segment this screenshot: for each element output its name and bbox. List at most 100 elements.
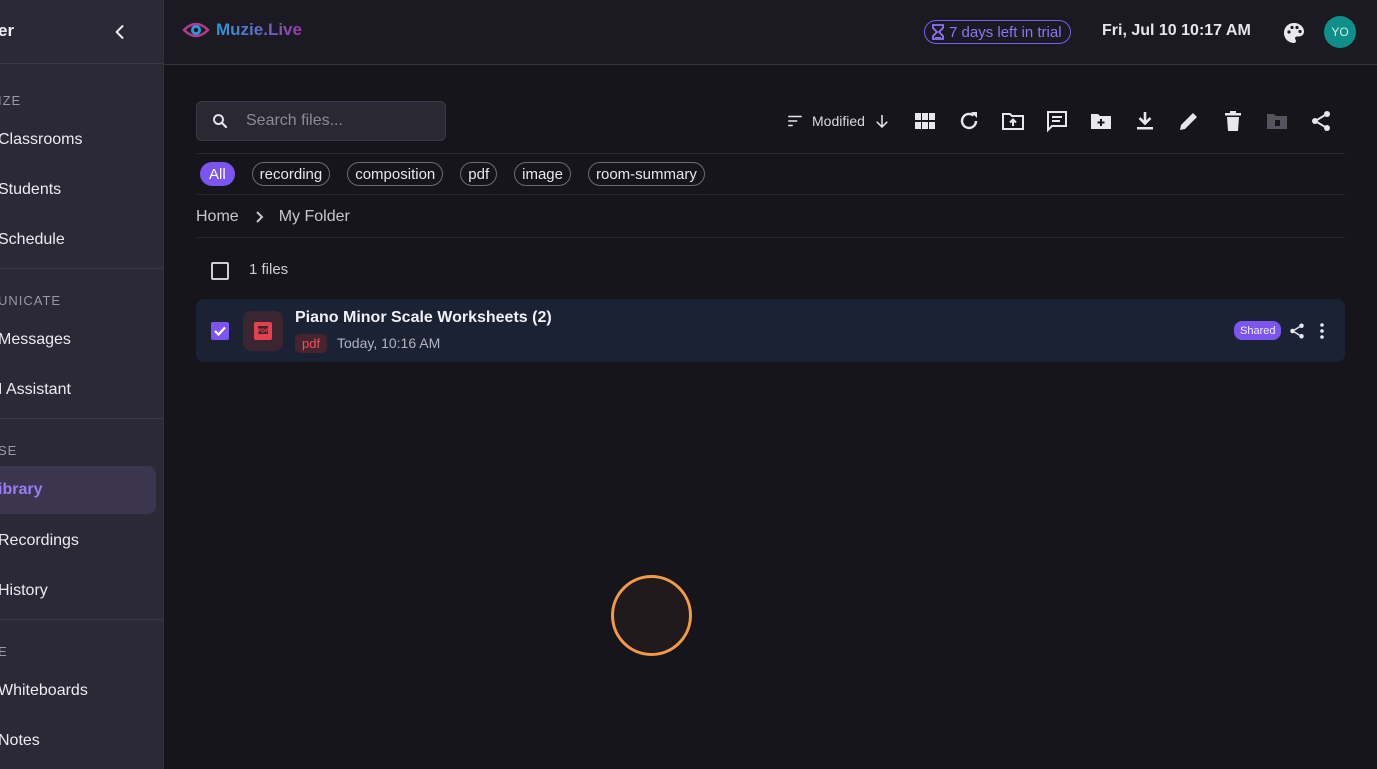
chevron-right-icon <box>255 211 264 223</box>
sidebar-item-label: Whiteboards <box>0 682 88 699</box>
sidebar-divider <box>0 418 163 419</box>
filter-chip-image[interactable]: image <box>514 162 571 186</box>
sidebar-item-whiteboards[interactable]: Whiteboards <box>0 667 156 715</box>
file-checkbox[interactable] <box>211 322 229 340</box>
sidebar-item-label: Notes <box>0 732 40 749</box>
file-count: 1 files <box>249 261 289 278</box>
filter-chip-room-summary[interactable]: room-summary <box>587 162 705 186</box>
sidebar-item-label: ibrary <box>0 481 43 498</box>
sidebar-item-label: Schedule <box>0 231 65 248</box>
trial-badge[interactable]: 7 days left in trial <box>924 20 1071 44</box>
search-box <box>196 101 446 141</box>
sidebar: er IZE Classrooms Students Schedule UNIC… <box>0 0 164 769</box>
cursor-highlight-ring <box>611 575 692 656</box>
filter-chip-all[interactable]: All <box>200 162 235 186</box>
sidebar-item-students[interactable]: Students <box>0 166 156 214</box>
sidebar-divider <box>0 619 163 620</box>
share-button[interactable] <box>1308 108 1334 134</box>
filter-chip-recording[interactable]: recording <box>251 162 331 186</box>
sidebar-item-label: Students <box>0 181 62 198</box>
refresh-button[interactable] <box>956 108 982 134</box>
comment-button[interactable] <box>1044 108 1070 134</box>
trash-icon <box>1225 111 1241 131</box>
hourglass-icon <box>932 24 944 40</box>
file-row[interactable]: PDF Piano Minor Scale Worksheets (2) pdf… <box>196 299 1345 362</box>
sidebar-item-ai-assistant[interactable]: I Assistant <box>0 366 156 414</box>
refresh-icon <box>960 112 978 130</box>
filter-chip-pdf[interactable]: pdf <box>460 162 498 186</box>
grid-view-icon <box>915 113 935 129</box>
sidebar-item-notes[interactable]: Notes <box>0 717 156 765</box>
share-icon <box>1312 111 1330 131</box>
sidebar-item-messages[interactable]: Messages <box>0 316 156 364</box>
sidebar-header: er <box>0 0 163 64</box>
sort-label: Modified <box>812 113 865 129</box>
sidebar-section-organize: IZE <box>0 93 22 108</box>
logo[interactable]: Muzie.Live <box>182 19 302 41</box>
datetime: Fri, Jul 10 10:17 AM <box>1102 22 1251 39</box>
logo-text: Muzie.Live <box>216 20 302 39</box>
palette-icon <box>1284 23 1304 43</box>
breadcrumb-home[interactable]: Home <box>196 208 239 226</box>
sidebar-item-label: Messages <box>0 331 71 348</box>
sidebar-section-browse: SE <box>0 443 18 458</box>
topbar: Muzie.Live 7 days left in trial Fri, Jul… <box>164 0 1377 65</box>
sidebar-item-history[interactable]: History <box>0 567 156 615</box>
pencil-icon <box>1180 113 1197 130</box>
shared-badge: Shared <box>1234 321 1282 340</box>
download-icon <box>1137 112 1153 130</box>
sidebar-item-label: Classrooms <box>0 131 83 148</box>
grid-view-button[interactable] <box>912 108 938 134</box>
theme-palette-button[interactable] <box>1282 21 1306 45</box>
new-folder-button[interactable] <box>1088 108 1114 134</box>
comment-icon <box>1047 111 1067 133</box>
sort-button[interactable]: Modified <box>786 109 891 133</box>
file-type-badge: pdf <box>295 334 328 353</box>
sidebar-divider <box>0 268 163 269</box>
sidebar-item-library[interactable]: ibrary <box>0 466 156 514</box>
sidebar-section-create: E <box>0 644 8 659</box>
file-share-button[interactable] <box>1288 322 1306 340</box>
search-input[interactable] <box>246 112 426 130</box>
svg-text:PDF: PDF <box>257 329 268 335</box>
avatar[interactable]: YO <box>1324 16 1356 48</box>
sidebar-item-schedule[interactable]: Schedule <box>0 216 156 264</box>
sidebar-item-recordings[interactable]: Recordings <box>0 517 156 565</box>
file-more-button[interactable] <box>1314 322 1330 340</box>
sidebar-title: er <box>0 21 15 40</box>
breadcrumb-current: My Folder <box>278 208 350 225</box>
eye-logo-icon <box>182 22 210 38</box>
filter-chips: All recording composition pdf image room… <box>200 162 705 186</box>
breadcrumb: Home My Folder <box>196 208 350 226</box>
sidebar-item-classrooms[interactable]: Classrooms <box>0 116 156 164</box>
filter-chip-composition[interactable]: composition <box>347 162 444 186</box>
sidebar-section-communicate: UNICATE <box>0 293 62 308</box>
download-button[interactable] <box>1132 108 1158 134</box>
rename-button[interactable] <box>1176 108 1202 134</box>
sort-icon <box>788 115 802 127</box>
more-vertical-icon <box>1320 323 1324 339</box>
pdf-file-icon: PDF <box>254 322 272 340</box>
delete-button[interactable] <box>1220 108 1246 134</box>
select-all-checkbox[interactable] <box>211 262 229 280</box>
upload-folder-button[interactable] <box>1000 108 1026 134</box>
file-date: Today, 10:16 AM <box>337 335 441 351</box>
chevron-left-icon <box>115 25 124 39</box>
breadcrumb-divider <box>196 237 1345 238</box>
sidebar-item-label: Recordings <box>0 532 79 549</box>
upload-folder-icon <box>1002 113 1024 130</box>
trial-label: 7 days left in trial <box>949 23 1062 41</box>
file-thumbnail: PDF <box>243 311 283 351</box>
archive-folder-button[interactable] <box>1264 108 1290 134</box>
new-folder-icon <box>1091 114 1111 129</box>
sidebar-item-label: I Assistant <box>0 381 71 398</box>
collapse-sidebar-button[interactable] <box>108 20 132 44</box>
search-icon <box>213 114 228 129</box>
check-icon <box>214 326 226 337</box>
share-icon <box>1290 323 1304 339</box>
toolbar-divider <box>196 153 1345 154</box>
file-name: Piano Minor Scale Worksheets (2) <box>295 309 552 326</box>
sidebar-item-label: History <box>0 582 48 599</box>
archive-folder-icon <box>1267 114 1287 129</box>
arrow-down-icon <box>876 115 888 129</box>
